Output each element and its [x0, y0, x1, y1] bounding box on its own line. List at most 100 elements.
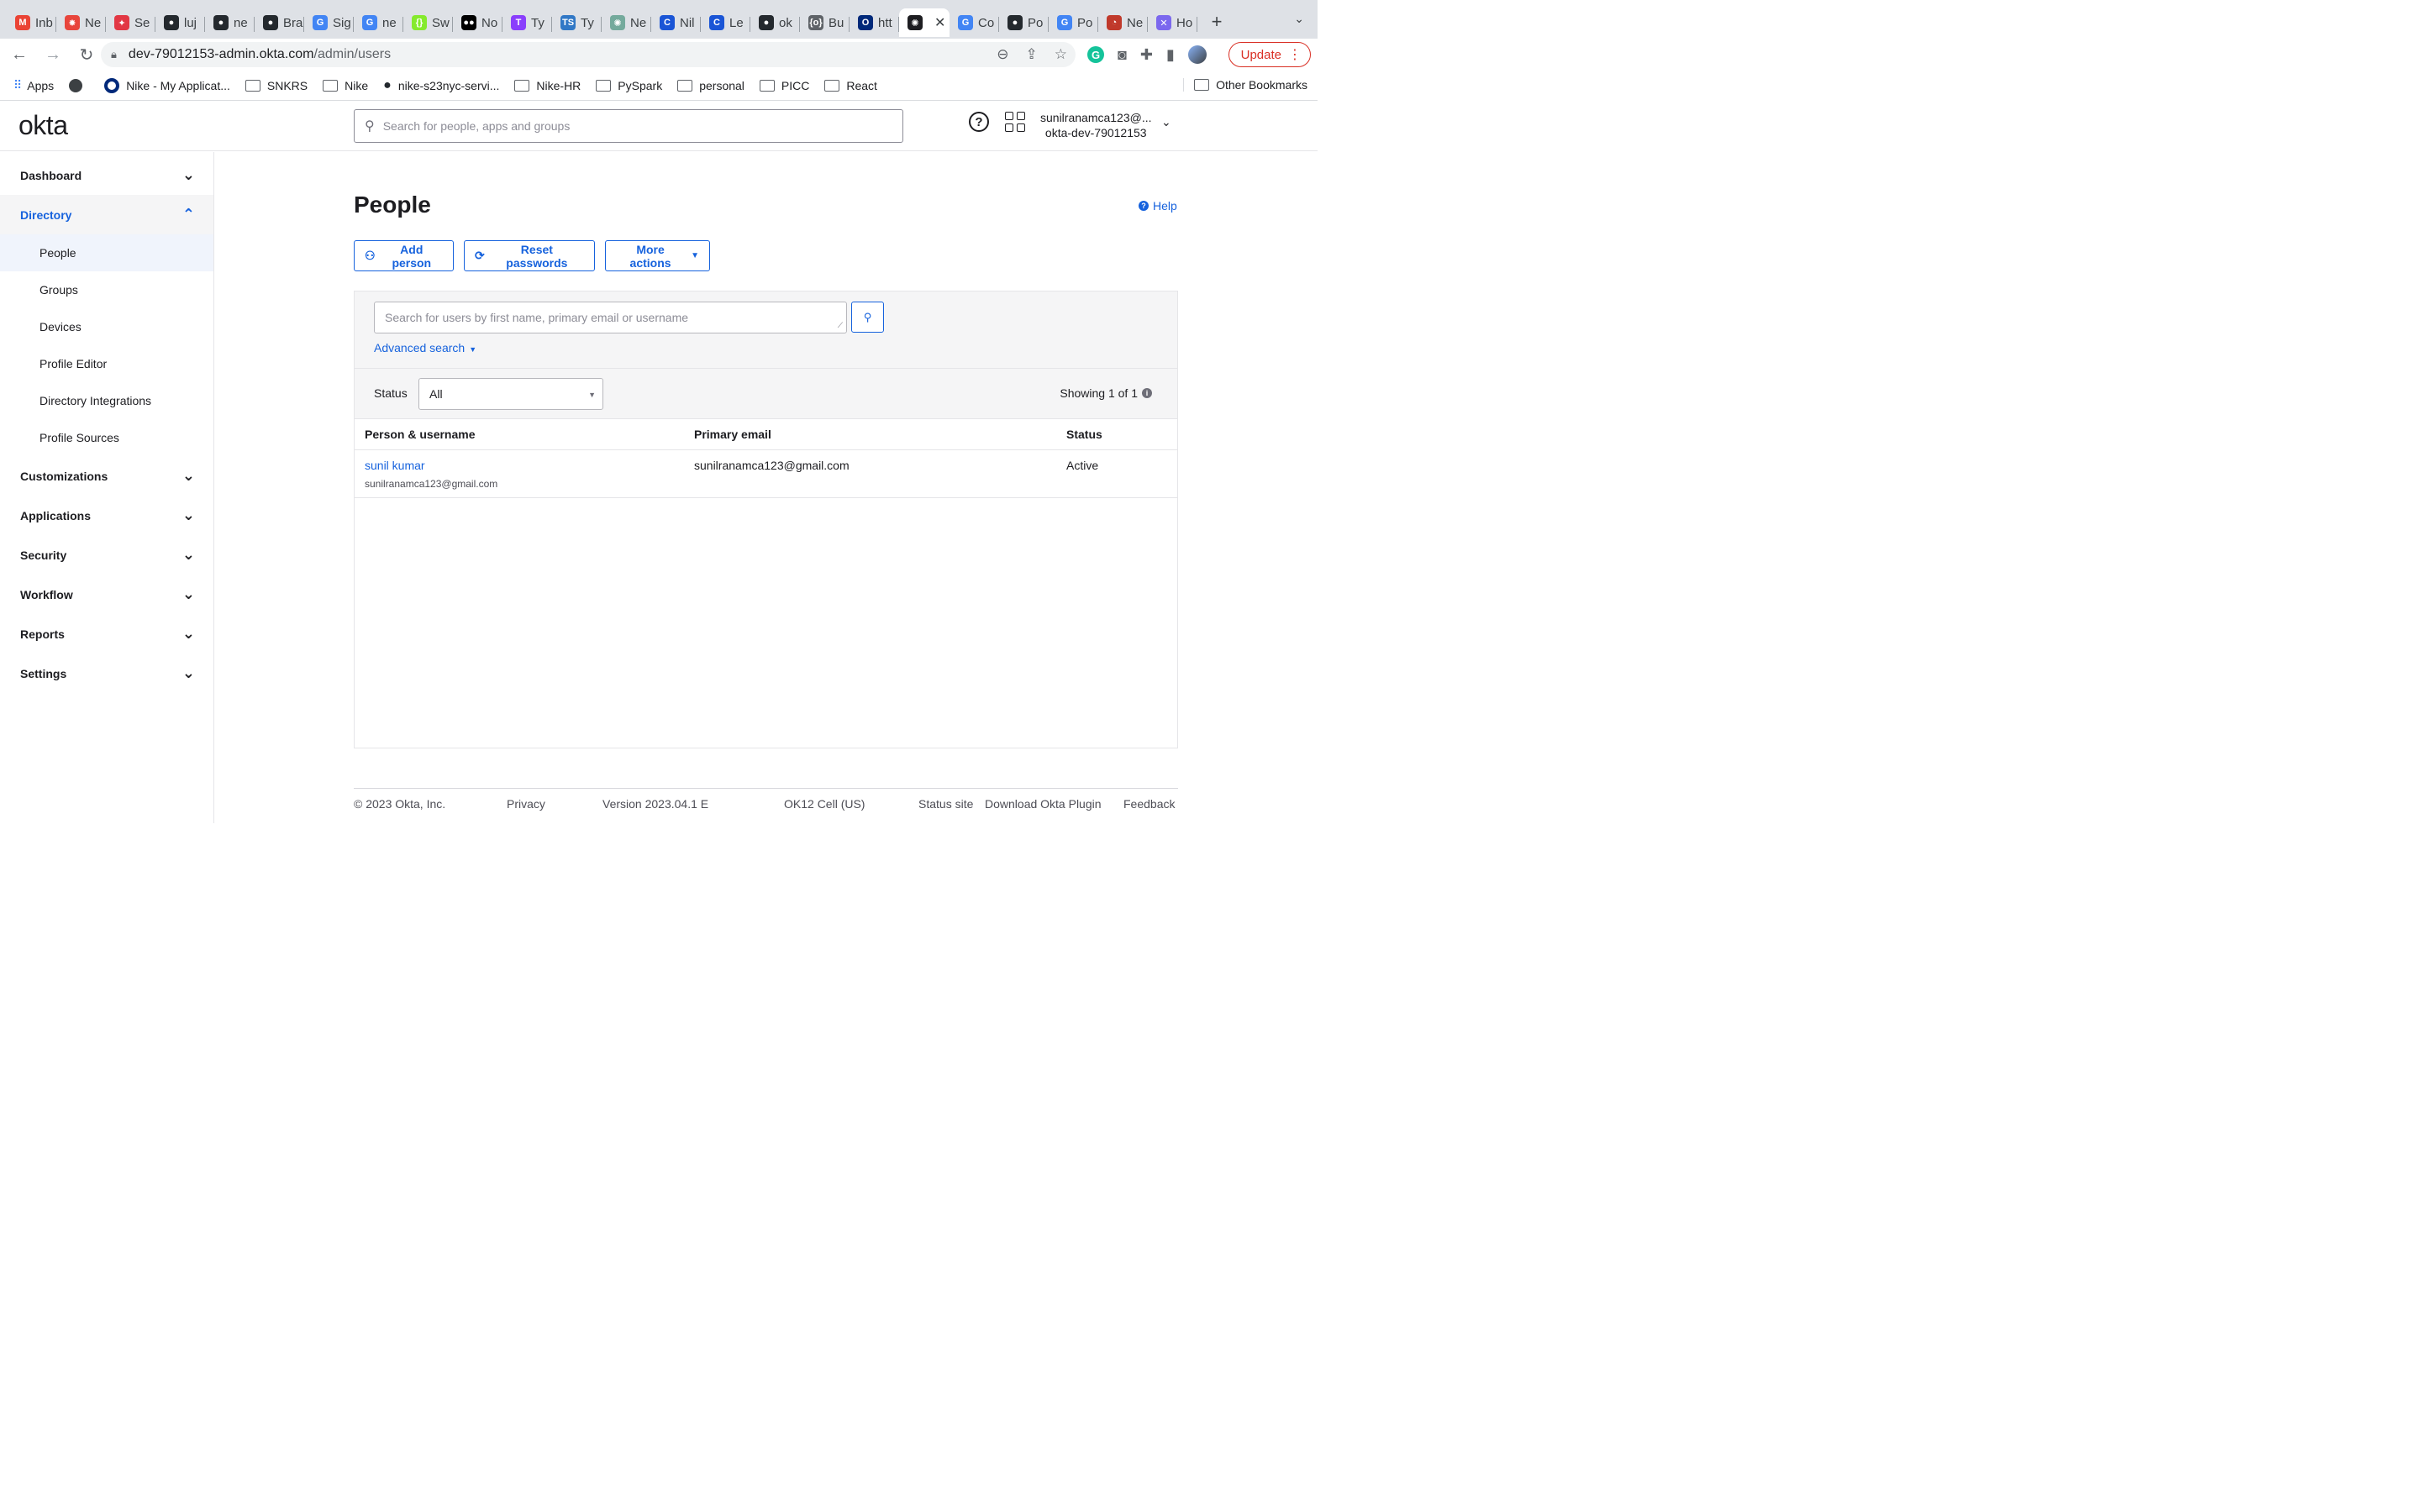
extensions-puzzle-icon[interactable]: ✚	[1140, 46, 1153, 64]
help-link[interactable]: ? Help	[1139, 199, 1177, 213]
reload-button[interactable]: ↻	[72, 40, 101, 69]
global-search-input[interactable]	[382, 119, 887, 133]
user-search-field[interactable]: ⟋	[374, 302, 847, 333]
sidebar-section-workflow[interactable]: Workflow ⌄	[0, 575, 213, 614]
browser-tab[interactable]: {} Sw	[403, 8, 453, 37]
share-icon[interactable]: ⇪	[1026, 46, 1038, 63]
browser-tab-label: Po	[1028, 15, 1044, 30]
sidebar-item-profile-editor[interactable]: Profile Editor	[0, 345, 213, 382]
browser-tab[interactable]: ✸ Ne	[56, 8, 106, 37]
browser-tab[interactable]: G Co	[950, 8, 999, 37]
privacy-link[interactable]: Privacy	[507, 797, 545, 811]
browser-tab[interactable]: TS Ty	[552, 8, 602, 37]
browser-tab[interactable]: C Le	[701, 8, 750, 37]
browser-tab[interactable]: ● Bra	[255, 8, 304, 37]
browser-tab[interactable]: ● ne	[205, 8, 255, 37]
add-person-button[interactable]: ⚇ Add person	[354, 240, 454, 271]
forward-button[interactable]: →	[39, 40, 67, 69]
reset-passwords-button[interactable]: ⟳ Reset passwords	[464, 240, 595, 271]
user-search-input[interactable]	[385, 311, 830, 324]
sidebar-section-directory[interactable]: Directory ⌃	[0, 195, 213, 234]
tab-search-chevron-icon[interactable]: ⌄	[1294, 12, 1304, 26]
browser-tab[interactable]: T Ty	[502, 8, 552, 37]
bookmark-item[interactable]: React	[824, 78, 877, 93]
browser-tab[interactable]: ● ok	[750, 8, 800, 37]
bookmark-label: personal	[699, 78, 744, 92]
user-menu[interactable]: sunilranamca123@... okta-dev-79012153	[1040, 110, 1152, 140]
browser-tab[interactable]: G Po	[1049, 8, 1098, 37]
global-search[interactable]: ⚲	[354, 109, 903, 143]
browser-tab[interactable]: ● luj	[155, 8, 205, 37]
grammarly-icon[interactable]: G	[1087, 46, 1104, 63]
new-tab-button[interactable]: +	[1204, 9, 1229, 34]
close-tab-icon[interactable]: ✕	[934, 14, 945, 31]
status-site-link[interactable]: Status site	[918, 797, 973, 811]
search-button[interactable]: ⚲	[851, 302, 884, 333]
more-actions-button[interactable]: More actions ▼	[605, 240, 710, 271]
browser-tab[interactable]: Gne	[354, 8, 403, 37]
bookmark-item[interactable]: Nike - My Applicat...	[104, 77, 230, 93]
column-header-status[interactable]: Status	[1056, 419, 1177, 450]
bookmark-item[interactable]: PICC	[759, 78, 809, 93]
bookmark-item[interactable]: PySpark	[596, 78, 662, 93]
sidebar-section-reports[interactable]: Reports ⌄	[0, 614, 213, 654]
app-switcher-icon[interactable]	[1005, 112, 1025, 132]
update-button[interactable]: Update ⋮	[1228, 42, 1311, 67]
column-header-email[interactable]: Primary email	[684, 419, 1056, 450]
browser-tab[interactable]: ◔ Ne	[1098, 8, 1148, 37]
browser-tab[interactable]: ●● No	[453, 8, 502, 37]
back-button[interactable]: ←	[5, 40, 34, 69]
bookmark-item[interactable]: Nike-HR	[514, 78, 581, 93]
sidebar-section-security[interactable]: Security ⌄	[0, 535, 213, 575]
okta-logo[interactable]: okta	[18, 110, 68, 141]
sidebar-item-groups[interactable]: Groups	[0, 271, 213, 308]
sidebar-item-profile-sources[interactable]: Profile Sources	[0, 419, 213, 456]
browser-tab[interactable]: ✕ Ho	[1148, 8, 1197, 37]
help-icon[interactable]: ?	[969, 112, 989, 132]
bookmark-item[interactable]	[69, 78, 89, 93]
sidebar-section-applications[interactable]: Applications ⌄	[0, 496, 213, 535]
sidebar-item-people[interactable]: People	[0, 234, 213, 271]
other-bookmarks[interactable]: Other Bookmarks	[1183, 78, 1307, 92]
status-select[interactable]: All ▼	[418, 378, 603, 410]
cell-text: OK12 Cell (US)	[784, 797, 865, 811]
sidebar-section-settings[interactable]: Settings ⌄	[0, 654, 213, 693]
browser-tab[interactable]: G Sig	[304, 8, 354, 37]
bookmark-item[interactable]: ⠿ Apps	[13, 78, 54, 93]
side-panel-icon[interactable]: ▮	[1166, 46, 1175, 64]
browser-tab[interactable]: ✦ Se	[106, 8, 155, 37]
resize-grip-icon[interactable]: ⟋	[838, 321, 843, 330]
github-icon: ●	[383, 77, 392, 92]
bookmark-item[interactable]: Nike	[323, 78, 368, 93]
sidebar-item-devices[interactable]: Devices	[0, 308, 213, 345]
chevron-down-icon[interactable]: ⌄	[1161, 115, 1171, 129]
browser-tab-label: Ne	[630, 15, 647, 30]
bookmark-item[interactable]: SNKRS	[245, 78, 308, 93]
person-name-link[interactable]: sunil kumar	[365, 459, 684, 472]
sidebar-section-dashboard[interactable]: Dashboard ⌄	[0, 155, 213, 195]
sidebar-section-customizations[interactable]: Customizations ⌄	[0, 456, 213, 496]
browser-tab[interactable]: Ohtt	[850, 8, 899, 37]
sidebar-item-directory-integrations[interactable]: Directory Integrations	[0, 382, 213, 419]
more-vert-icon[interactable]: ⋮	[1288, 46, 1302, 63]
browser-tab[interactable]: ✺ Ne	[602, 8, 651, 37]
profile-avatar[interactable]	[1187, 45, 1207, 64]
globe-icon: ✕	[1156, 15, 1171, 30]
advanced-search-toggle[interactable]: Advanced search ▼	[374, 341, 476, 354]
sidebar-section-label: Security	[20, 548, 67, 562]
browser-tab[interactable]: M Inb	[7, 8, 56, 37]
bookmark-item[interactable]: ● nike-s23nyc-servi...	[383, 78, 499, 93]
browser-tab[interactable]: ● Po	[999, 8, 1049, 37]
address-bar[interactable]: 🔒︎ dev-79012153-admin.okta.com/admin/use…	[101, 42, 1076, 67]
column-header-person[interactable]: Person & username	[355, 419, 684, 450]
feedback-link[interactable]: Feedback	[1123, 797, 1175, 811]
zoom-icon[interactable]: ⊖	[997, 46, 1008, 63]
info-icon[interactable]: i	[1142, 388, 1152, 398]
browser-tab[interactable]: ✺ ✕	[899, 8, 950, 37]
camera-icon[interactable]: ◙	[1118, 46, 1127, 64]
bookmark-star-icon[interactable]: ☆	[1055, 46, 1067, 63]
download-plugin-link[interactable]: Download Okta Plugin	[985, 797, 1102, 811]
browser-tab[interactable]: {o} Bu	[800, 8, 850, 37]
browser-tab[interactable]: C Nil	[651, 8, 701, 37]
bookmark-item[interactable]: personal	[677, 78, 744, 93]
